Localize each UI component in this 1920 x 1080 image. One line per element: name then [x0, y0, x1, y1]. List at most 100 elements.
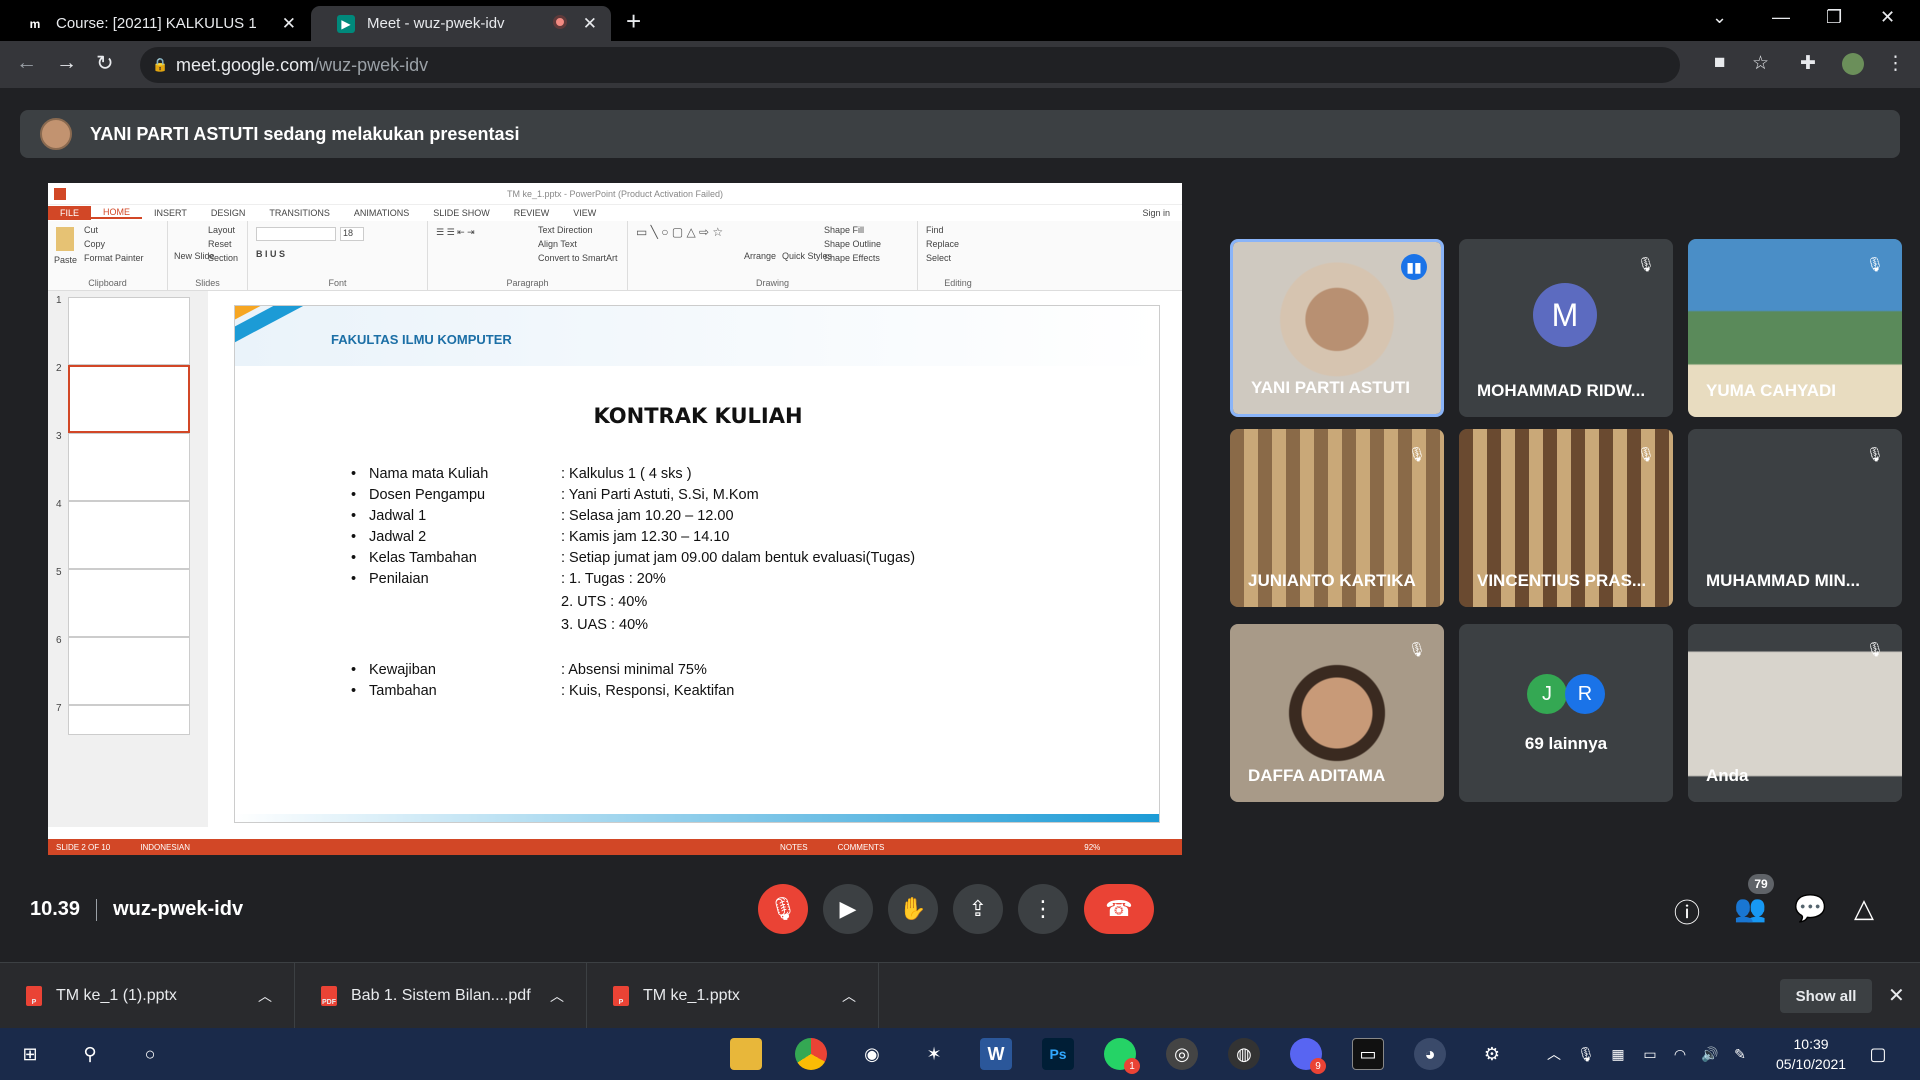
close-tab-icon[interactable]: ✕ [583, 14, 597, 34]
chevron-up-icon[interactable]: ︿ [842, 986, 856, 1006]
ribbon-tab-file[interactable]: FILE [48, 206, 92, 220]
slide-thumbnail[interactable] [68, 501, 190, 569]
download-item[interactable]: PDF Bab 1. Sistem Bilan....pdf ︿ [295, 963, 587, 1029]
zoom-level[interactable]: 92% [1084, 843, 1100, 852]
font-family-select[interactable] [256, 227, 336, 241]
paste-icon[interactable] [56, 227, 74, 251]
chat-icon[interactable]: 💬 [1794, 893, 1826, 924]
bullets-icon[interactable]: ☰ ☰ ⇤ ⇥ [436, 227, 475, 238]
layout-button[interactable]: Layout [208, 225, 235, 235]
ribbon-tab-design[interactable]: DESIGN [199, 208, 258, 218]
camera-toggle-button[interactable]: ▶ [823, 884, 873, 934]
participant-tile-speaking[interactable]: ▮▮ YANI PARTI ASTUTI [1230, 239, 1444, 417]
slide-thumbnail[interactable] [68, 433, 190, 501]
app-tray-icon[interactable]: ▦ [1602, 1038, 1634, 1070]
restore-button[interactable]: ❐ [1826, 7, 1842, 28]
participant-tile-self[interactable]: 🎙 Anda [1688, 624, 1902, 802]
battery-icon[interactable]: ▭ [1634, 1038, 1666, 1070]
ribbon-tab-transitions[interactable]: TRANSITIONS [257, 208, 342, 218]
slide-thumbnail[interactable] [68, 705, 190, 735]
reset-button[interactable]: Reset [208, 239, 232, 249]
chrome-active-icon[interactable]: ◕ [1414, 1038, 1446, 1070]
language-indicator[interactable]: INDONESIAN [140, 843, 190, 852]
leave-call-button[interactable]: ☎ [1084, 884, 1154, 934]
notifications-icon[interactable]: ▢ [1862, 1038, 1894, 1070]
align-text-button[interactable]: Align Text [538, 239, 577, 249]
raise-hand-button[interactable]: ✋ [888, 884, 938, 934]
search-icon[interactable]: ⚲ [74, 1038, 106, 1070]
menu-icon[interactable]: ⋮ [1886, 52, 1905, 75]
extensions-icon[interactable]: ✚ [1800, 52, 1816, 75]
camera-icon[interactable]: ■ [1714, 52, 1725, 74]
file-explorer-icon[interactable] [730, 1038, 762, 1070]
participant-tile[interactable]: 🎙 YUMA CAHYADI [1688, 239, 1902, 417]
replace-button[interactable]: Replace [926, 239, 959, 249]
obs-icon[interactable]: ◍ [1228, 1038, 1260, 1070]
windows-start-icon[interactable]: ⊞ [14, 1038, 46, 1070]
word-icon[interactable]: W [980, 1038, 1012, 1070]
select-button[interactable]: Select [926, 253, 951, 263]
show-all-button[interactable]: Show all [1780, 979, 1872, 1013]
download-item[interactable]: P TM ke_1 (1).pptx ︿ [0, 963, 295, 1029]
present-button[interactable]: ⇪ [953, 884, 1003, 934]
reload-icon[interactable]: ↻ [96, 51, 114, 76]
chevron-up-icon[interactable]: ︿ [258, 986, 272, 1006]
people-icon[interactable]: 👥 [1734, 893, 1766, 924]
copy-button[interactable]: Copy [84, 239, 105, 249]
chrome-icon[interactable] [795, 1038, 827, 1070]
activities-icon[interactable]: △ [1854, 893, 1874, 924]
microphone-tray-icon[interactable]: 🎙 [1570, 1038, 1602, 1070]
participant-tile[interactable]: M 🎙 MOHAMMAD RIDW... [1459, 239, 1673, 417]
music-app-icon[interactable]: ◎ [1166, 1038, 1198, 1070]
mic-toggle-button[interactable]: 🎙 [758, 884, 808, 934]
participant-tile[interactable]: 🎙 VINCENTIUS PRAS... [1459, 429, 1673, 607]
font-size-select[interactable]: 18 [340, 227, 364, 241]
cut-button[interactable]: Cut [84, 225, 98, 235]
slide-thumbnail[interactable] [68, 569, 190, 637]
close-tab-icon[interactable]: ✕ [282, 14, 296, 34]
shape-effects-button[interactable]: Shape Effects [824, 253, 880, 263]
ribbon-tab-home[interactable]: HOME [91, 207, 143, 219]
cortana-icon[interactable]: ○ [134, 1038, 166, 1070]
game-app-icon[interactable]: ✶ [918, 1038, 950, 1070]
tab-search-icon[interactable]: ⌄ [1712, 7, 1727, 28]
paste-button[interactable]: Paste [54, 255, 77, 265]
minimize-button[interactable]: — [1772, 7, 1790, 28]
ribbon-tab-animations[interactable]: ANIMATIONS [342, 208, 421, 218]
settings-gear-icon[interactable]: ⚙ [1476, 1038, 1508, 1070]
shape-fill-button[interactable]: Shape Fill [824, 225, 864, 235]
tab-meet[interactable]: ▶ Meet - wuz-pwek-idv ✕ [311, 6, 611, 41]
shapes-gallery[interactable]: ▭ ╲ ○ ▢ △ ⇨ ☆ [636, 225, 736, 265]
clock[interactable]: 10:39 05/10/2021 [1776, 1034, 1846, 1074]
arrange-button[interactable]: Arrange [744, 251, 776, 261]
slide-thumbnail[interactable] [68, 297, 190, 365]
close-window-button[interactable]: ✕ [1880, 7, 1895, 28]
close-downloads-icon[interactable]: ✕ [1888, 983, 1905, 1008]
slide-thumbnail-selected[interactable] [68, 365, 190, 433]
notes-button[interactable]: NOTES [780, 843, 808, 852]
ribbon-tab-view[interactable]: VIEW [561, 208, 608, 218]
tray-chevron-icon[interactable]: ︿ [1538, 1038, 1570, 1070]
photoshop-icon[interactable]: Ps [1042, 1038, 1074, 1070]
back-icon[interactable]: ← [16, 51, 37, 75]
comments-button[interactable]: COMMENTS [838, 843, 885, 852]
steam-icon[interactable]: ◉ [856, 1038, 888, 1070]
wifi-icon[interactable]: ◠ [1664, 1038, 1696, 1070]
bookmark-star-icon[interactable]: ☆ [1752, 52, 1769, 75]
terminal-icon[interactable]: ▭ [1352, 1038, 1384, 1070]
participant-tile[interactable]: 🎙 MUHAMMAD MIN... [1688, 429, 1902, 607]
ribbon-tab-review[interactable]: REVIEW [502, 208, 562, 218]
volume-icon[interactable]: 🔊 [1694, 1038, 1726, 1070]
section-button[interactable]: Section [208, 253, 238, 263]
ppt-sign-in[interactable]: Sign in [1130, 208, 1182, 218]
smartart-button[interactable]: Convert to SmartArt [538, 253, 618, 263]
shape-outline-button[interactable]: Shape Outline [824, 239, 881, 249]
ribbon-tab-slideshow[interactable]: SLIDE SHOW [421, 208, 502, 218]
profile-avatar[interactable] [1842, 53, 1864, 75]
find-button[interactable]: Find [926, 225, 944, 235]
tab-course[interactable]: m Course: [20211] KALKULUS 1 ✕ [0, 6, 310, 41]
meeting-details-icon[interactable]: ⓘ [1674, 893, 1700, 930]
format-painter-button[interactable]: Format Painter [84, 253, 144, 263]
pen-icon[interactable]: ✎ [1724, 1038, 1756, 1070]
discord-icon[interactable]: 9 [1290, 1038, 1326, 1074]
